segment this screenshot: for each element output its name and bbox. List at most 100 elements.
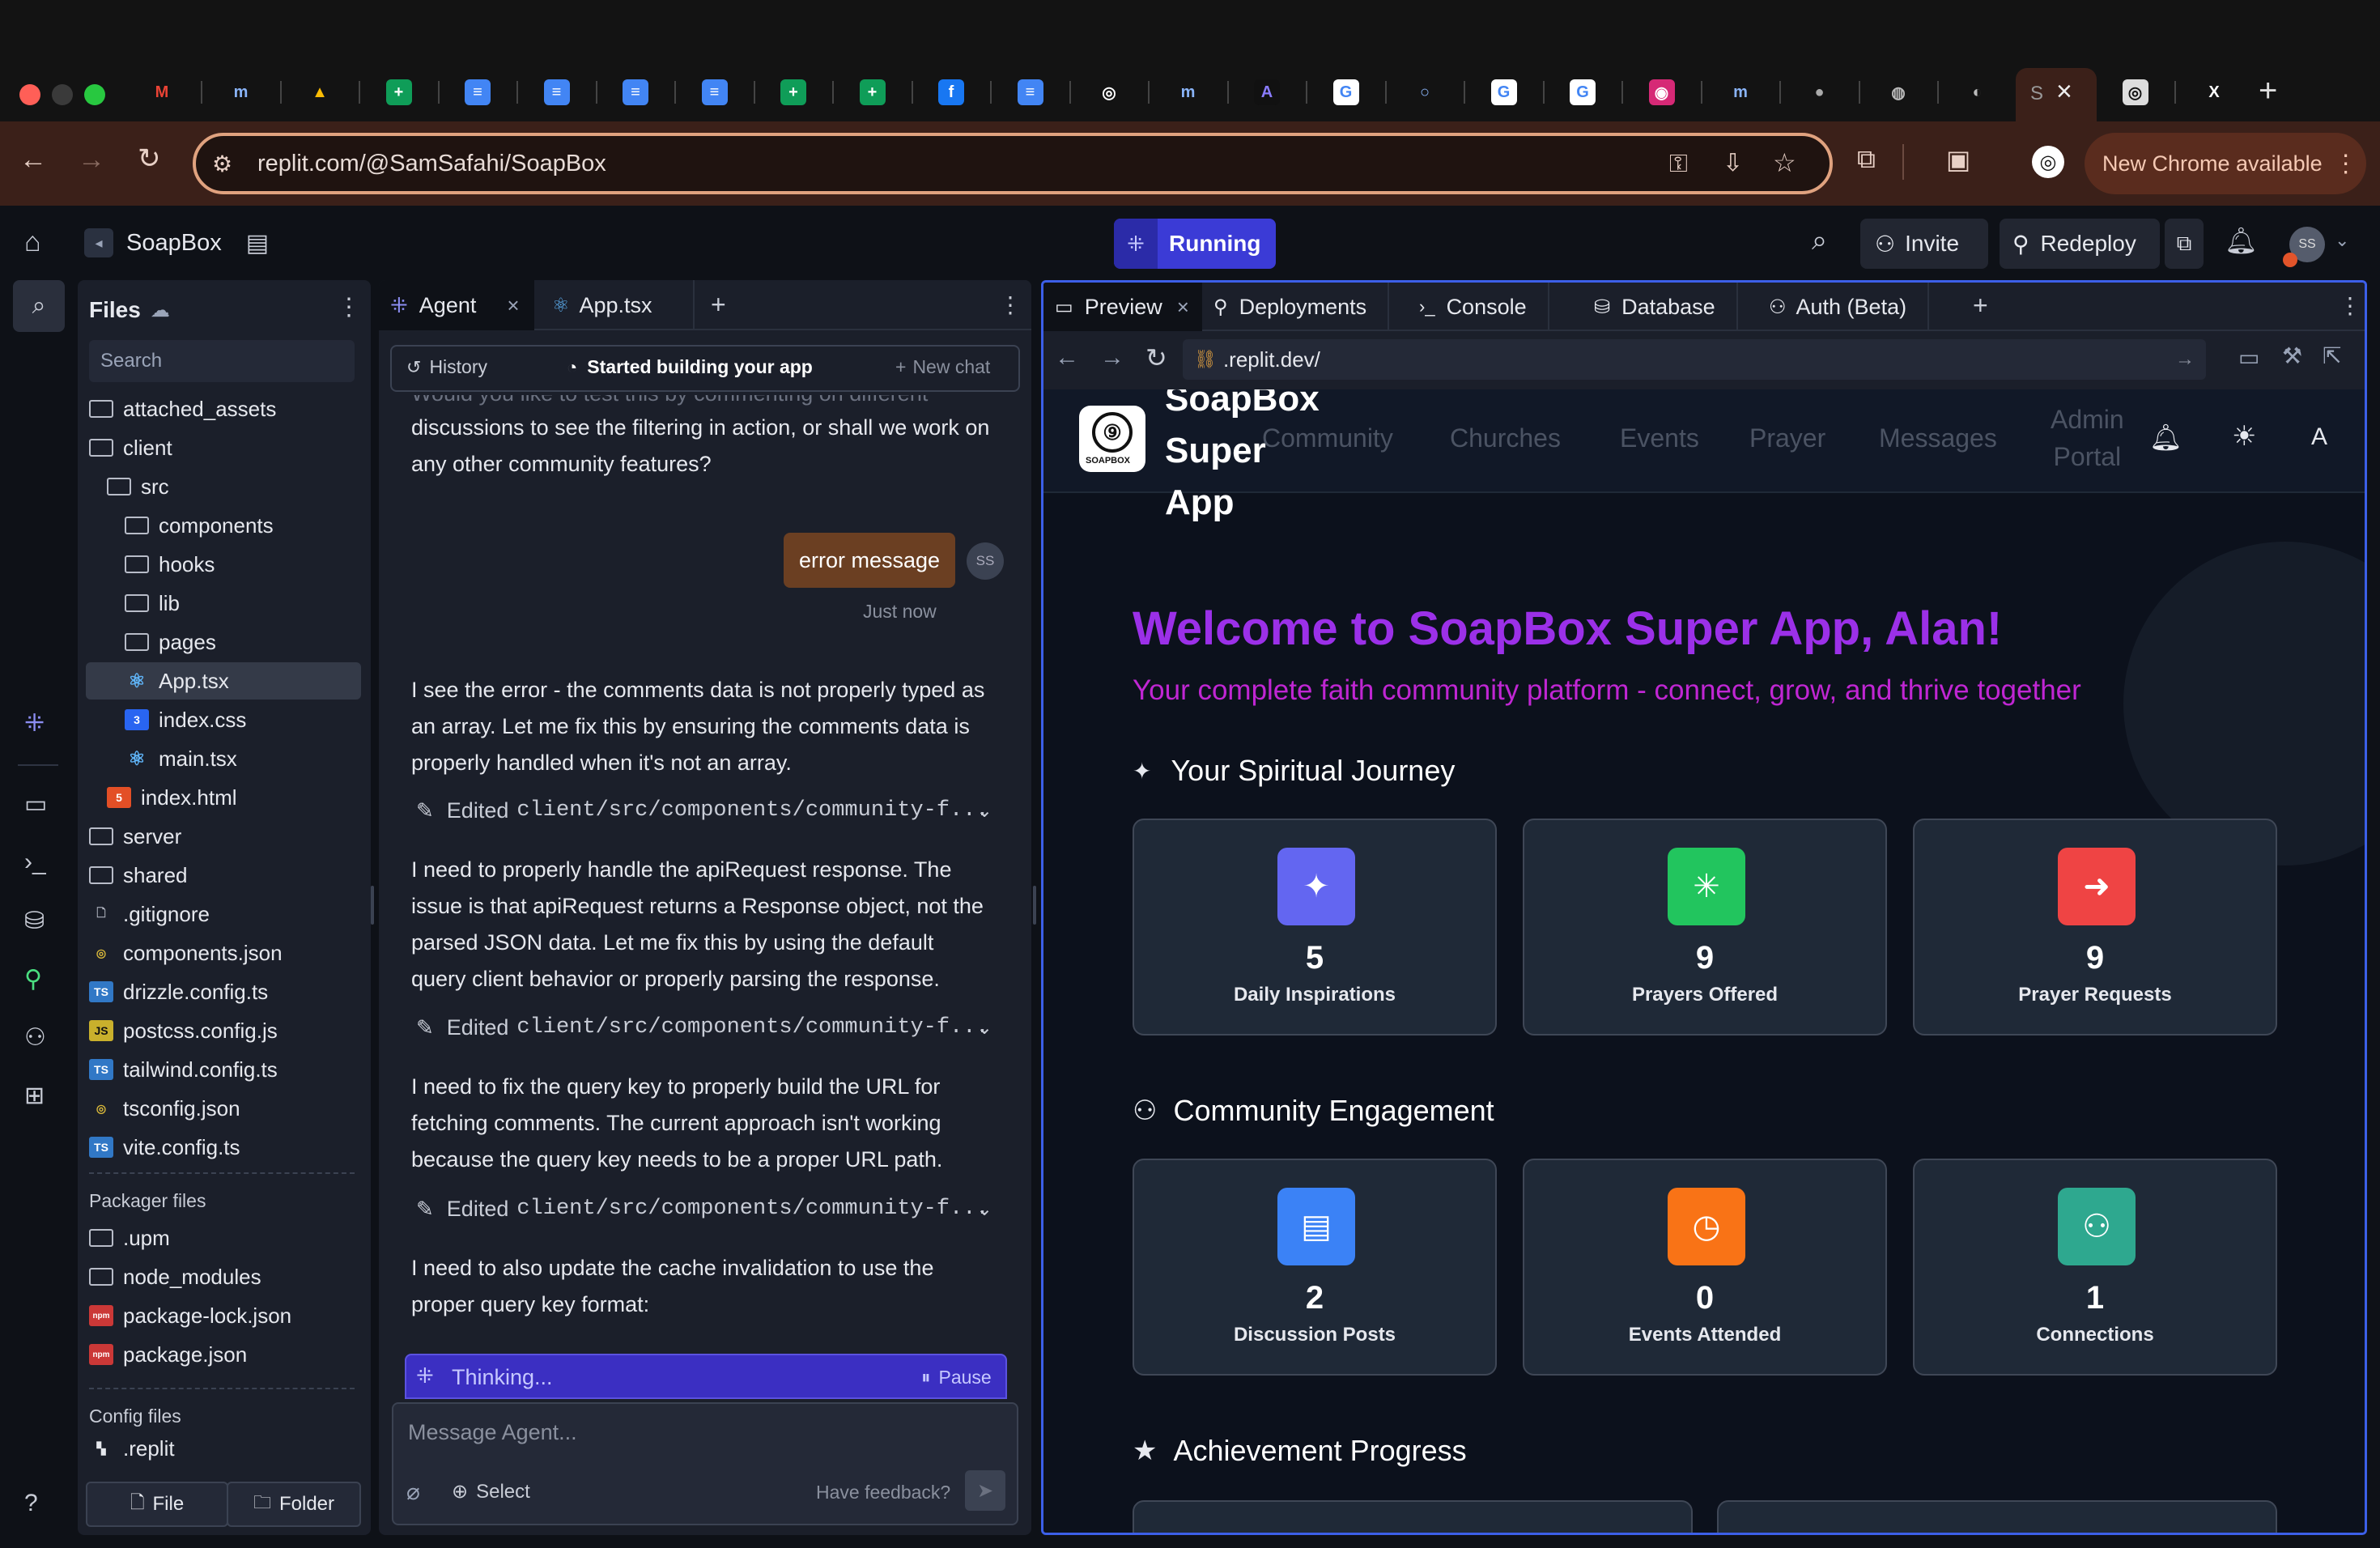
browser-tab[interactable]: ◍ [1859, 71, 1937, 113]
invite-button[interactable]: ⚇ Invite [1860, 219, 1988, 269]
key-icon[interactable]: ⚿ [1669, 151, 1688, 178]
active-tab[interactable]: S × [2016, 68, 2097, 121]
tab-deployments[interactable]: ⚲ Deployments [1213, 283, 1390, 331]
browser-tab[interactable]: ▲ [281, 71, 359, 113]
tree-file[interactable]: 5 index.html [86, 779, 361, 816]
tree-folder[interactable]: src [86, 468, 361, 505]
webview-url-bar[interactable]: ⛓ .replit.dev/ → [1183, 339, 2206, 380]
window-close-button[interactable] [19, 84, 40, 105]
browser-tab[interactable]: m [1150, 71, 1227, 113]
webview-reload-icon[interactable]: ↻ [1145, 342, 1167, 373]
app-brand[interactable]: SoapBox Super App [1165, 389, 1343, 529]
new-chat-button[interactable]: + New chat [895, 356, 990, 378]
workspace-menu-icon[interactable]: ▤ [246, 229, 269, 257]
browser-tab[interactable]: ≡ [439, 71, 516, 113]
tree-file[interactable]: TS drizzle.config.ts [86, 973, 361, 1010]
edited-file-row[interactable]: ✎ Edited client/src/components/community… [416, 1190, 1007, 1227]
tree-file[interactable]: 🗋︎ .gitignore [86, 895, 361, 933]
nav-events[interactable]: Events [1620, 423, 1699, 453]
browser-tab[interactable]: ≡ [676, 71, 754, 113]
deploy-options-icon[interactable]: ⧉ [2165, 219, 2204, 269]
browser-tab[interactable]: + [834, 71, 912, 113]
tree-folder[interactable]: attached_assets [86, 390, 361, 427]
devtools-icon[interactable]: ⚒ [2282, 342, 2302, 369]
new-folder-button[interactable]: 🗀︎ Folder [227, 1482, 361, 1527]
tree-file[interactable]: npm package-lock.json [86, 1297, 361, 1334]
browser-tab[interactable]: X [2175, 71, 2253, 113]
install-icon[interactable]: ⇩ [1723, 149, 1743, 177]
tree-folder[interactable]: shared [86, 857, 361, 894]
site-info-icon[interactable]: ⚙ [212, 151, 232, 177]
tree-folder[interactable]: client [86, 429, 361, 466]
notifications-bell-icon[interactable]: 🔔︎ [2225, 225, 2258, 256]
tree-file[interactable]: ◎ components.json [86, 934, 361, 972]
app-notifications-bell-icon[interactable]: 🔔︎ [2149, 422, 2182, 453]
window-zoom-button[interactable] [84, 84, 105, 105]
select-element-button[interactable]: ⊕ Select [452, 1480, 530, 1503]
bookmark-star-icon[interactable]: ☆ [1773, 147, 1796, 178]
files-search-input[interactable]: Search [89, 340, 355, 382]
files-pane-icon[interactable]: ⌕ [13, 280, 65, 332]
close-preview-tab-icon[interactable]: × [1177, 295, 1189, 320]
search-icon[interactable]: ⌕ [1812, 225, 1827, 257]
tab-auth[interactable]: ⚇ Auth (Beta) [1769, 283, 1930, 331]
message-input[interactable]: Message Agent... [408, 1420, 577, 1445]
forward-icon[interactable]: → [78, 144, 105, 176]
tree-file[interactable]: 3 index.css [86, 701, 361, 738]
webview-forward-icon[interactable]: → [1100, 344, 1124, 372]
back-icon[interactable]: ← [19, 144, 47, 176]
tree-folder[interactable]: hooks [86, 546, 361, 583]
close-tab-icon[interactable]: × [2056, 76, 2072, 108]
files-menu-icon[interactable]: ⋮ [337, 293, 361, 321]
tree-folder[interactable]: lib [86, 585, 361, 622]
address-bar[interactable]: ⚙ replit.com/@SamSafahi/SoapBox ⚿ ⇩ ☆ [193, 133, 1833, 194]
nav-prayer[interactable]: Prayer [1749, 423, 1825, 453]
nav-community[interactable]: Community [1262, 423, 1393, 453]
deployments-rail-icon[interactable]: ⚲ [24, 965, 42, 993]
all-tools-rail-icon[interactable]: ⊞ [24, 1082, 45, 1110]
help-icon[interactable]: ? [24, 1490, 38, 1517]
browser-tab[interactable]: M [123, 71, 201, 113]
edited-file-row[interactable]: ✎ Edited client/src/components/community… [416, 1009, 1007, 1046]
tab-agent[interactable]: ⁜ Agent × [379, 280, 534, 330]
send-button[interactable]: ➤ [965, 1470, 1005, 1511]
nav-admin-portal[interactable]: Admin Portal [2051, 401, 2124, 475]
preview-panel-menu-icon[interactable]: ⋮ [2339, 292, 2361, 319]
browser-tab[interactable]: ≡ [992, 71, 1069, 113]
tree-file[interactable]: ⚛ App.tsx [86, 662, 361, 700]
browser-tab[interactable]: G [1465, 71, 1543, 113]
nav-churches[interactable]: Churches [1450, 423, 1561, 453]
tree-file[interactable]: ⚛ main.tsx [86, 740, 361, 777]
browser-tab[interactable]: m [202, 71, 280, 113]
tree-folder[interactable]: pages [86, 623, 361, 661]
device-icon[interactable]: ▭ [2238, 344, 2259, 371]
auth-rail-icon[interactable]: ⚇ [24, 1023, 46, 1052]
tree-file[interactable]: ▚ .replit [86, 1430, 361, 1467]
console-rail-icon[interactable]: ›_ [24, 848, 46, 876]
open-external-icon[interactable]: ⇱ [2323, 342, 2341, 369]
tab-database[interactable]: ⛁ Database [1594, 283, 1738, 331]
history-button[interactable]: ↺ History [406, 356, 487, 378]
database-rail-icon[interactable]: ⛁ [24, 907, 45, 935]
window-minimize-button[interactable] [52, 84, 73, 105]
agent-resize-handle[interactable] [1033, 886, 1036, 925]
attach-icon[interactable]: ⌀ [406, 1478, 420, 1505]
go-icon[interactable]: → [2175, 348, 2195, 371]
tree-file[interactable]: JS postcss.config.js [86, 1012, 361, 1049]
browser-tab[interactable]: G [1307, 71, 1385, 113]
tree-file[interactable]: TS vite.config.ts [86, 1129, 361, 1166]
browser-tab[interactable]: G [1544, 71, 1621, 113]
browser-tab[interactable]: f [912, 71, 990, 113]
tree-file[interactable]: npm package.json [86, 1336, 361, 1373]
browser-tab[interactable]: + [754, 71, 832, 113]
browser-tab[interactable]: ≡ [518, 71, 596, 113]
redeploy-button[interactable]: ⚲ Redeploy [2000, 219, 2160, 269]
preview-rail-icon[interactable]: ▭ [24, 790, 47, 819]
user-initial-avatar[interactable]: A [2311, 423, 2327, 451]
home-icon[interactable]: ⌂ [24, 227, 41, 258]
browser-tab[interactable]: ○ [1386, 71, 1464, 113]
extensions-icon[interactable]: ⧉ [1857, 144, 1876, 175]
tree-file[interactable]: ◎ tsconfig.json [86, 1090, 361, 1127]
tree-file[interactable]: TS tailwind.config.ts [86, 1051, 361, 1088]
browser-tab[interactable]: ● [1781, 71, 1859, 113]
